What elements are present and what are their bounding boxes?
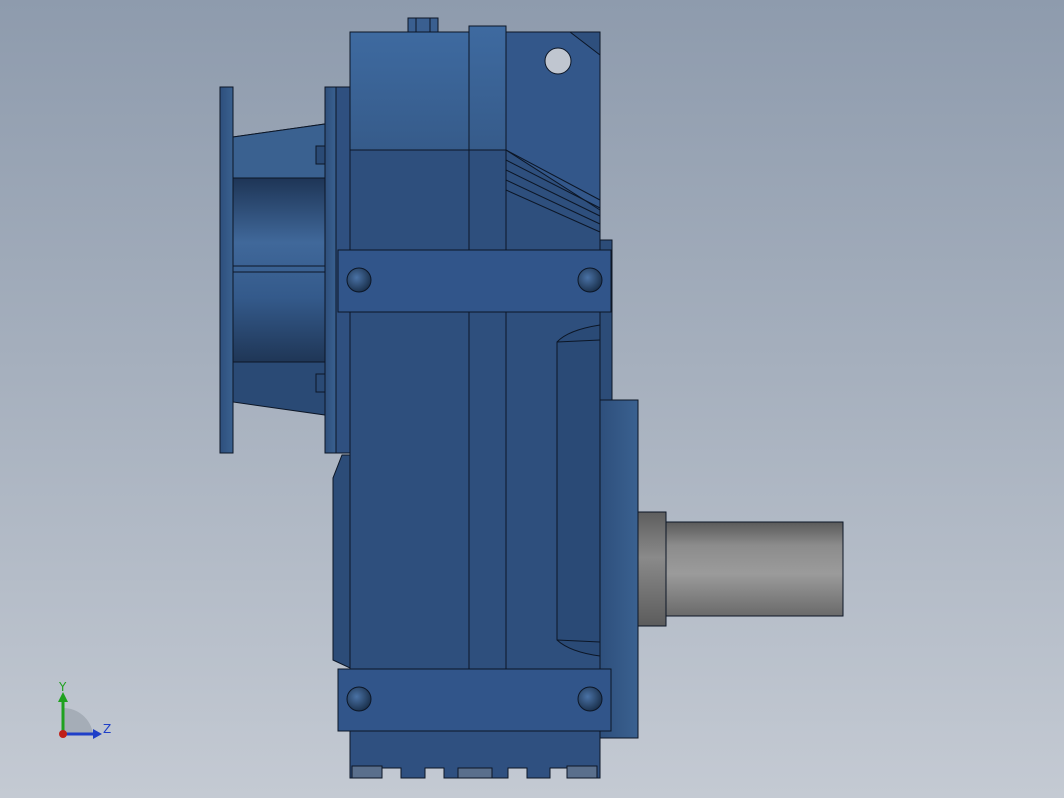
vent-plug <box>407 17 439 33</box>
housing-recess <box>556 324 601 657</box>
output-shaft[interactable] <box>637 511 844 627</box>
mounting-hole <box>346 686 372 712</box>
lifting-eye-hole <box>544 47 572 75</box>
lower-mounting-foot[interactable] <box>337 668 612 732</box>
z-axis-arrowhead <box>93 729 102 739</box>
x-axis-point <box>59 730 67 738</box>
input-flange[interactable] <box>219 86 351 454</box>
z-axis-label: Z <box>103 722 111 736</box>
mounting-hole <box>577 686 603 712</box>
housing-base <box>349 730 601 779</box>
y-axis-label: Y <box>58 680 67 694</box>
lower-side-flange <box>332 454 351 669</box>
base-bolt <box>566 765 598 779</box>
gearbox-model[interactable]: Y Z <box>0 0 1064 798</box>
base-bolt <box>457 767 493 779</box>
mounting-hole <box>577 267 603 293</box>
axis-triad: Y Z <box>58 680 111 739</box>
upper-mounting-foot[interactable] <box>337 249 612 313</box>
mounting-hole <box>346 267 372 293</box>
triad-plane-indicator <box>63 707 93 734</box>
graphics-viewport[interactable]: Y Z <box>0 0 1064 798</box>
base-bolt <box>351 765 383 779</box>
